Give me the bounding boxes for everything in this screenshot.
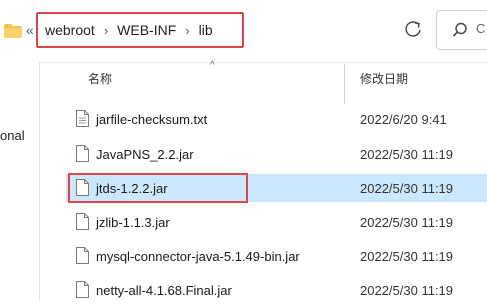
breadcrumb-item-webroot[interactable]: webroot xyxy=(45,22,95,38)
breadcrumb-item-lib[interactable]: lib xyxy=(199,22,213,38)
file-date: 2022/5/30 11:19 xyxy=(360,147,454,162)
search-placeholder: C xyxy=(476,21,486,36)
sort-ascending-icon: ^ xyxy=(210,60,215,71)
file-icon xyxy=(76,179,89,196)
file-name: jzlib-1.1.3.jar xyxy=(96,215,170,230)
file-icon xyxy=(76,281,89,298)
column-divider[interactable] xyxy=(344,64,345,104)
breadcrumb-separator[interactable]: › xyxy=(185,23,189,38)
file-date: 2022/5/30 11:19 xyxy=(360,181,454,196)
breadcrumb-item-web-inf[interactable]: WEB-INF xyxy=(117,22,176,38)
column-header-date-modified[interactable]: 修改日期 xyxy=(360,70,408,87)
pane-divider[interactable] xyxy=(39,62,40,301)
file-icon xyxy=(76,145,89,162)
breadcrumb-overflow-button[interactable]: « xyxy=(26,22,34,38)
column-header-name[interactable]: 名称 xyxy=(88,70,112,87)
folder-icon xyxy=(4,24,22,38)
file-icon xyxy=(76,247,89,264)
breadcrumb-separator[interactable]: › xyxy=(104,23,108,38)
file-name: netty-all-4.1.68.Final.jar xyxy=(96,283,232,298)
search-icon xyxy=(452,22,467,37)
file-date: 2022/5/30 11:19 xyxy=(360,215,454,230)
file-date: 2022/5/30 11:19 xyxy=(360,283,454,298)
file-name: JavaPNS_2.2.jar xyxy=(96,147,194,162)
nav-item-label[interactable]: onal xyxy=(0,128,25,143)
column-header-row xyxy=(60,62,487,92)
file-name: jtds-1.2.2.jar xyxy=(96,181,168,196)
navigation-pane xyxy=(0,62,40,301)
file-name: mysql-connector-java-5.1.49-bin.jar xyxy=(96,249,300,264)
text-file-icon xyxy=(76,110,89,127)
file-date: 2022/5/30 11:19 xyxy=(360,249,454,264)
file-date: 2022/6/20 9:41 xyxy=(360,112,447,127)
breadcrumb[interactable]: webroot › WEB-INF › lib xyxy=(36,12,244,48)
file-name: jarfile-checksum.txt xyxy=(96,112,208,127)
file-icon xyxy=(76,213,89,230)
refresh-icon[interactable] xyxy=(398,14,428,46)
